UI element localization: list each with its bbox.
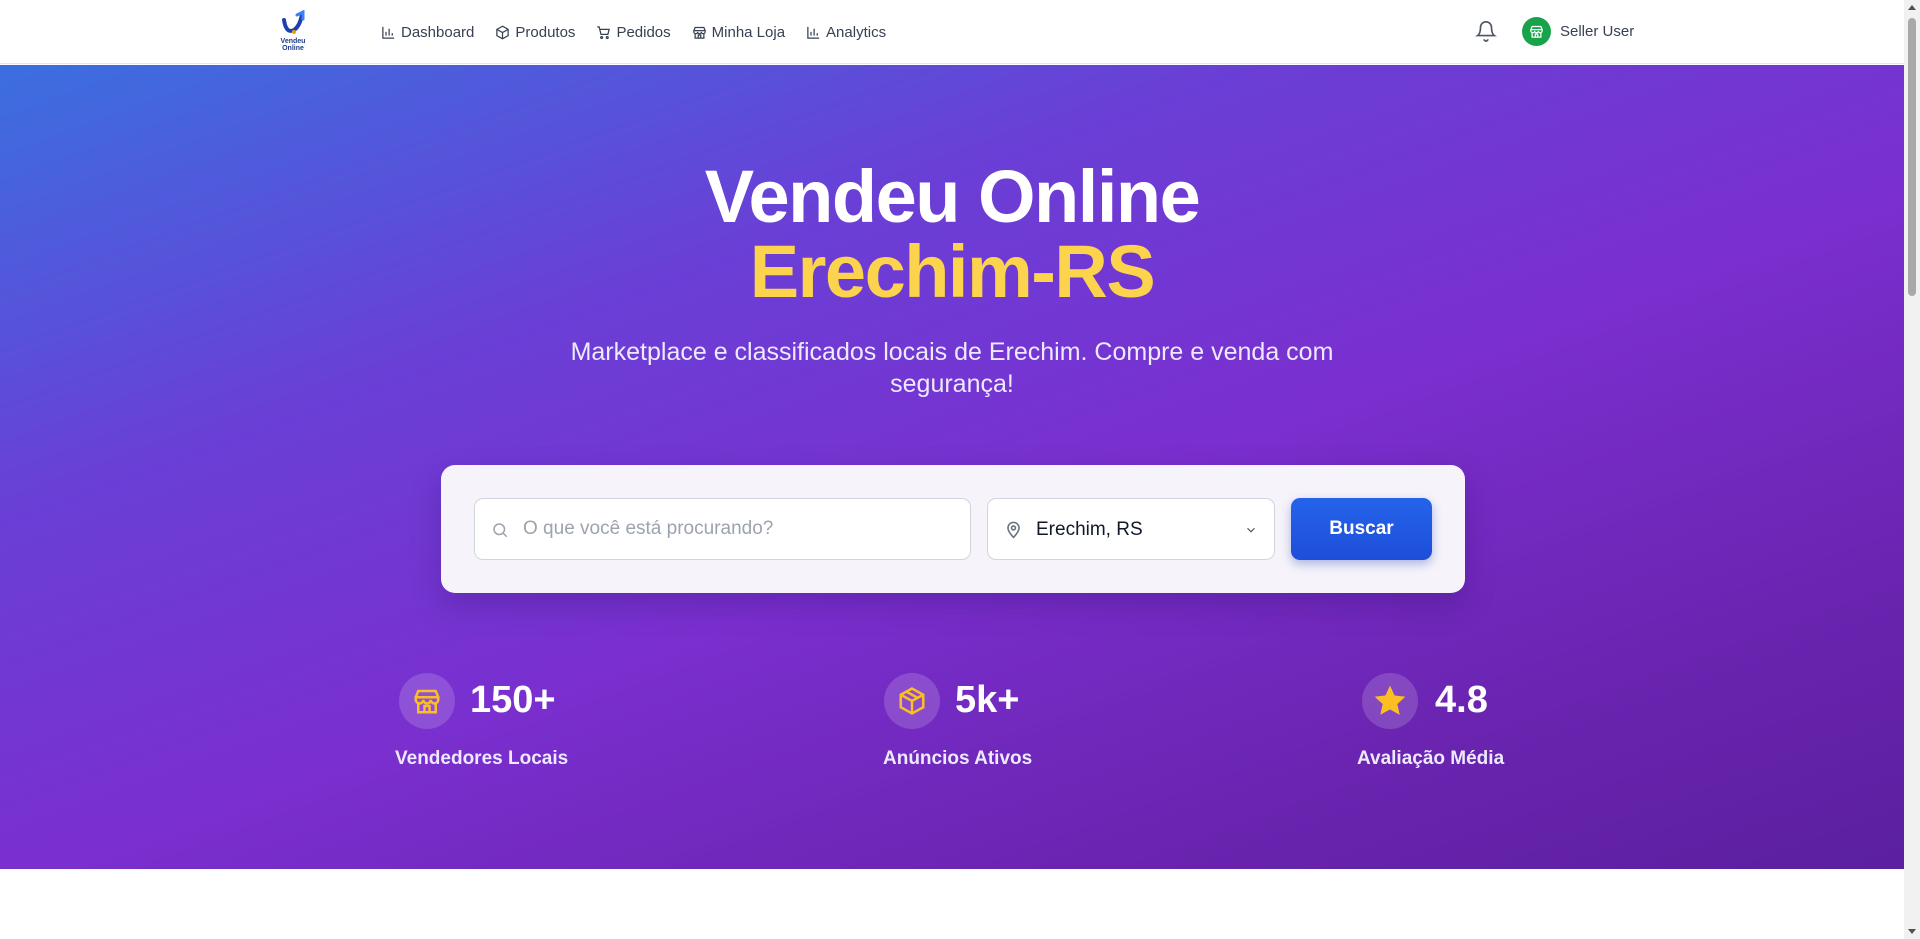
map-pin-icon (1007, 521, 1020, 539)
bar-chart-icon (382, 26, 395, 39)
search-button[interactable]: Buscar (1291, 498, 1432, 560)
search-icon (493, 523, 508, 538)
stat-label: Vendedores Locais (395, 748, 569, 769)
stat-icon (399, 673, 455, 729)
chevron-down-icon (1247, 527, 1255, 533)
nav-link-label: Minha Loja (711, 23, 786, 41)
nav-link-label: Pedidos (616, 23, 671, 41)
location-select[interactable]: Erechim, RS (987, 498, 1275, 560)
user-name: Seller User (1560, 23, 1635, 40)
nav-link-dashboard[interactable]: Dashboard (381, 24, 474, 41)
nav-link-pedidos[interactable]: Pedidos (596, 23, 671, 41)
main-nav: Dashboard Produtos Pedidos Minha Loja An… (381, 0, 886, 64)
package-icon (899, 687, 925, 715)
notifications-button[interactable] (1475, 20, 1499, 44)
search-card: Erechim, RS Buscar (441, 465, 1465, 593)
nav-link-produtos[interactable]: Produtos (495, 24, 575, 41)
logo-text-line2: Online (282, 45, 304, 52)
nav-link-minha-loja[interactable]: Minha Loja (692, 24, 785, 41)
star-icon (1375, 686, 1405, 715)
hero-section: Vendeu Online Erechim-RS Marketplace e c… (0, 65, 1904, 869)
stat-value: 4.8 (1435, 679, 1488, 721)
search-field (474, 498, 971, 560)
logo-text-line1: Vendeu (280, 38, 306, 45)
store-icon (692, 26, 706, 39)
scroll-down-arrow-icon[interactable] (1908, 929, 1916, 934)
nav-link-label: Produtos (515, 23, 576, 41)
location-value: Erechim, RS (1036, 519, 1143, 540)
bar-chart-icon (807, 26, 820, 39)
search-input[interactable] (475, 499, 970, 559)
store-icon (1530, 25, 1543, 38)
nav-link-label: Analytics (826, 23, 887, 41)
user-menu[interactable]: Seller User (1522, 17, 1634, 46)
stat-icon (1362, 673, 1418, 729)
logo[interactable]: Vendeu Online (273, 10, 313, 54)
top-navbar: Vendeu Online Dashboard Produtos Pedidos… (0, 0, 1904, 64)
store-icon (414, 689, 440, 714)
nav-link-label: Dashboard (401, 23, 475, 41)
stat-label: Avaliação Média (1357, 748, 1505, 769)
nav-link-analytics[interactable]: Analytics (806, 24, 886, 41)
scroll-up-arrow-icon[interactable] (1908, 5, 1916, 10)
package-icon (496, 25, 510, 39)
hero-subtitle: Marketplace e classificados locais de Er… (570, 338, 1334, 398)
page-scrollbar[interactable] (1904, 0, 1920, 939)
bell-icon (1475, 21, 1497, 42)
hero-title: Vendeu Online (704, 155, 1201, 238)
avatar (1522, 17, 1551, 46)
stat-icon (884, 673, 940, 729)
stat-label: Anúncios Ativos (883, 748, 1033, 769)
stat-value: 150+ (470, 679, 556, 721)
hero-title-city: Erechim-RS (749, 230, 1156, 313)
logo-mark-icon (282, 10, 305, 34)
stat-value: 5k+ (955, 679, 1020, 721)
scrollbar-thumb[interactable] (1908, 18, 1916, 296)
page: Vendeu Online Dashboard Produtos Pedidos… (0, 0, 1920, 939)
cart-icon (597, 25, 611, 39)
